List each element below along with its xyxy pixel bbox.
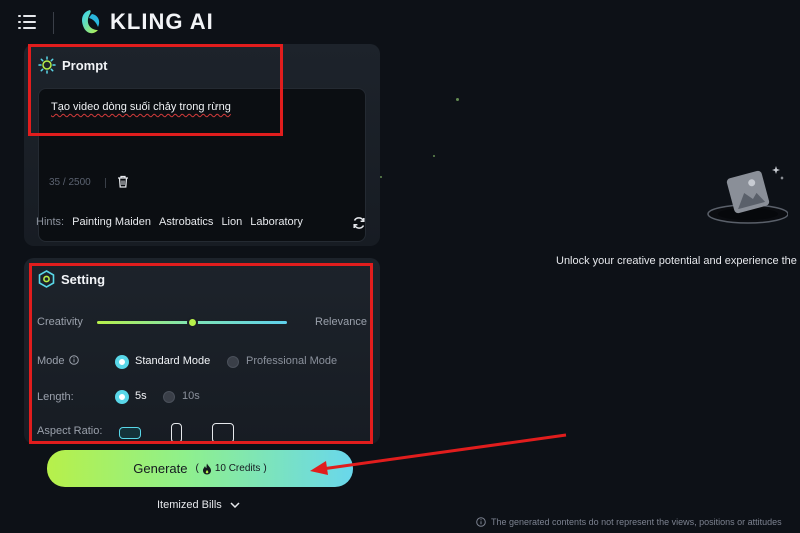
unlock-message: Unlock your creative potential and exper… <box>556 255 797 267</box>
itemized-bills-label: Itemized Bills <box>157 499 222 511</box>
annotation-box-setting <box>29 263 373 444</box>
disclaimer: The generated contents do not represent … <box>476 517 782 527</box>
trash-icon[interactable] <box>117 175 129 188</box>
generate-label: Generate <box>133 461 188 476</box>
fire-icon <box>202 463 211 474</box>
app-name: KLING AI <box>110 9 214 34</box>
sparkle-dot <box>380 176 382 178</box>
sparkle-dot <box>433 155 435 157</box>
kling-logo-icon <box>82 10 100 34</box>
header-divider <box>53 12 54 34</box>
hints-row: Hints: Painting Maiden Astrobatics Lion … <box>36 216 303 228</box>
logo[interactable]: KLING AI <box>78 8 214 36</box>
hamburger-menu-icon[interactable] <box>18 14 36 30</box>
info-icon <box>476 517 486 527</box>
hint-laboratory[interactable]: Laboratory <box>250 216 303 228</box>
credits-badge: ( 10 Credits ) <box>195 463 267 475</box>
itemized-bills-toggle[interactable]: Itemized Bills <box>157 499 240 511</box>
refresh-icon[interactable] <box>352 216 366 230</box>
char-count: 35 / 2500 <box>49 177 91 188</box>
image-placeholder-icon <box>707 166 788 224</box>
disclaimer-text: The generated contents do not represent … <box>491 517 782 527</box>
credits-close-paren: ) <box>263 463 267 474</box>
count-separator <box>105 178 106 188</box>
annotation-box-prompt <box>28 44 283 136</box>
hint-lion[interactable]: Lion <box>221 216 242 228</box>
credits-open-paren: ( <box>195 463 199 474</box>
hint-astrobatics[interactable]: Astrobatics <box>159 216 213 228</box>
sparkle-dot <box>456 98 459 101</box>
chevron-down-icon <box>230 502 240 508</box>
hint-painting-maiden[interactable]: Painting Maiden <box>72 216 151 228</box>
top-bar: KLING AI <box>0 0 800 46</box>
annotation-arrow <box>310 433 567 475</box>
credits-text: 10 Credits <box>214 463 261 474</box>
hints-label: Hints: <box>36 216 65 228</box>
